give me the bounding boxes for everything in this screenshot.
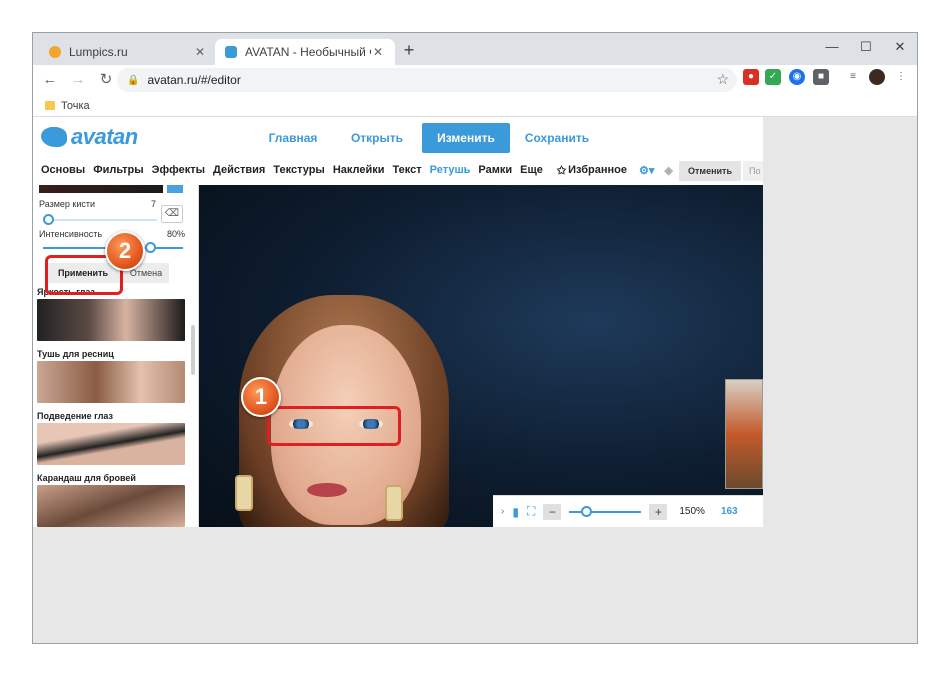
bookmark-star-icon[interactable]: ☆ (716, 71, 729, 88)
intensity-knob[interactable] (145, 242, 156, 253)
menu-stickers[interactable]: Наклейки (333, 164, 385, 176)
settings-gear-icon[interactable]: ⚙▾ (639, 164, 654, 177)
tool-menu: Основы Фильтры Эффекты Действия Текстуры… (33, 157, 763, 183)
tab-avatan[interactable]: AVATAN - Необычный Фоторед ✕ (215, 39, 395, 65)
right-earring (385, 485, 403, 521)
star-icon: ✩ (556, 164, 567, 177)
close-icon[interactable]: ✕ (193, 45, 207, 59)
close-window-button[interactable]: ✕ (885, 37, 915, 57)
nav-open[interactable]: Открыть (339, 123, 415, 153)
extension-icon[interactable]: ● (743, 69, 759, 85)
section-mascara[interactable]: Тушь для ресниц (37, 349, 114, 359)
nav-save[interactable]: Сохранить (519, 123, 595, 153)
whale-logo-icon (41, 127, 67, 147)
eyes-highlight-box (267, 406, 401, 446)
compare-icon[interactable]: ▮ (512, 505, 519, 519)
tab-lumpics[interactable]: Lumpics.ru ✕ (39, 39, 217, 65)
lumpics-favicon-icon (49, 46, 61, 58)
back-icon[interactable]: ← (39, 69, 61, 91)
menu-frames[interactable]: Рамки (478, 164, 512, 176)
section-brow-pencil[interactable]: Карандаш для бровей (37, 473, 136, 483)
zoom-slider[interactable] (569, 505, 642, 517)
undo-button[interactable]: Отменить (679, 161, 741, 181)
intensity-label: Интенсивность (39, 229, 103, 239)
url-text: avatan.ru/#/editor (147, 73, 241, 87)
brush-size-label: Размер кисти (39, 199, 96, 209)
maximize-button[interactable]: ☐ (851, 37, 881, 57)
folder-icon (45, 101, 55, 110)
zoom-knob[interactable] (581, 505, 593, 517)
new-tab-button[interactable]: + (399, 41, 419, 61)
menu-retouch[interactable]: Ретушь (430, 164, 471, 176)
layers-icon[interactable]: ◈ (664, 164, 672, 177)
playlist-icon[interactable]: ≡ (845, 69, 861, 85)
menu-kebab-icon[interactable]: ⋮ (893, 69, 909, 85)
menu-effects[interactable]: Эффекты (152, 164, 205, 176)
forward-icon[interactable]: → (67, 69, 89, 91)
address-bar[interactable]: 🔒 avatan.ru/#/editor ☆ (117, 68, 737, 92)
step-2-badge: 2 (105, 231, 145, 271)
zoom-level: 150% (679, 506, 705, 517)
page-content: avatan Главная Открыть Изменить Сохранит… (33, 117, 763, 527)
reload-icon[interactable]: ↻ (95, 69, 117, 91)
left-earring (235, 475, 253, 511)
globe-extension-icon[interactable]: ◉ (789, 69, 805, 85)
chevron-right-icon[interactable]: › (501, 506, 504, 517)
color-picker[interactable] (39, 185, 163, 193)
bookmark-tochka[interactable]: Точка (61, 100, 90, 112)
navigator-preview[interactable] (725, 379, 763, 489)
minimize-button[interactable]: — (817, 37, 847, 57)
view-toolbar: › ▮ ⛶ − + 150% 163 (493, 495, 763, 527)
nav-edit[interactable]: Изменить (422, 123, 510, 153)
avatar[interactable] (869, 69, 885, 85)
brush-size-knob[interactable] (43, 214, 54, 225)
redo-button[interactable]: По (743, 161, 763, 181)
panel-scrollbar[interactable] (191, 325, 195, 375)
color-swatch[interactable] (167, 185, 183, 193)
section-eyeliner[interactable]: Подведение глаз (37, 411, 113, 421)
tab-title: Lumpics.ru (69, 45, 128, 59)
bookmarks-bar: Точка (33, 95, 917, 117)
photo-lips (307, 483, 347, 497)
menu-more[interactable]: Еще (520, 164, 543, 176)
intensity-value: 80% (167, 229, 186, 239)
eye-brightness-thumbnail[interactable] (37, 299, 185, 341)
menu-basics[interactable]: Основы (41, 164, 85, 176)
step-1-badge: 1 (241, 377, 281, 417)
menu-favorites[interactable]: Избранное (568, 164, 627, 176)
menu-text[interactable]: Текст (393, 164, 422, 176)
zoom-out-button[interactable]: − (543, 503, 562, 520)
zoom-in-button[interactable]: + (649, 503, 668, 520)
mascara-thumbnail[interactable] (37, 361, 185, 403)
photo-canvas[interactable]: › ▮ ⛶ − + 150% 163 (199, 185, 763, 527)
logo-text: avatan (71, 124, 138, 149)
avatan-logo[interactable]: avatan (41, 123, 138, 151)
menu-filters[interactable]: Фильтры (93, 164, 143, 176)
close-icon[interactable]: ✕ (371, 45, 385, 59)
check-extension-icon[interactable]: ✓ (765, 69, 781, 85)
browser-window: Lumpics.ru ✕ AVATAN - Необычный Фоторед … (32, 32, 918, 644)
eraser-icon[interactable]: ⌫ (161, 205, 183, 223)
menu-actions[interactable]: Действия (213, 164, 265, 176)
fullscreen-icon[interactable]: ⛶ (527, 504, 535, 519)
cube-extension-icon[interactable]: ■ (813, 69, 829, 85)
brush-size-value: 7 (151, 199, 157, 209)
avatan-favicon-icon (225, 46, 237, 58)
lock-icon: 🔒 (127, 74, 140, 86)
canvas-coord: 163 (720, 506, 738, 517)
eyeliner-thumbnail[interactable] (37, 423, 185, 465)
brow-pencil-thumbnail[interactable] (37, 485, 185, 527)
tab-title: AVATAN - Необычный Фоторед (245, 45, 371, 59)
tab-strip: Lumpics.ru ✕ AVATAN - Необычный Фоторед … (33, 33, 917, 65)
menu-textures[interactable]: Текстуры (273, 164, 325, 176)
brush-size-slider[interactable] (43, 219, 157, 221)
browser-toolbar: ← → ↻ 🔒 avatan.ru/#/editor ☆ (33, 65, 917, 95)
nav-home[interactable]: Главная (255, 123, 331, 153)
